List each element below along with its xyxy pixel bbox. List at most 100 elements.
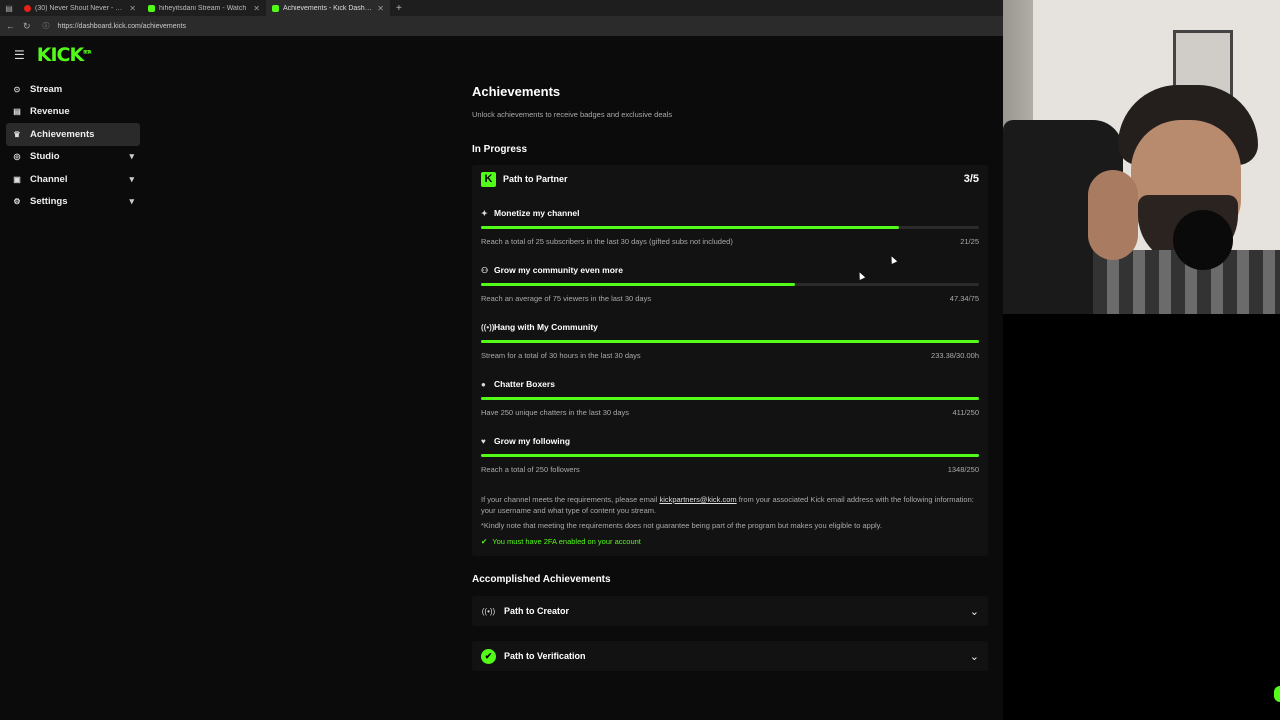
requirement-2fa: ✔ You must have 2FA enabled on your acco…	[481, 537, 979, 546]
achievement-title: Grow my community even more	[494, 265, 623, 275]
accomplished-title: Path to Verification	[504, 651, 586, 661]
progress-bar	[481, 226, 979, 229]
webcam-hand	[1088, 170, 1138, 260]
chevron-down-icon: ▾	[129, 196, 134, 207]
heart-icon: ♥	[481, 436, 486, 446]
tab-title: (30) Never Shout Never - Big City	[35, 4, 126, 12]
sidebar-item-label: Stream	[30, 83, 63, 95]
progress-bar	[481, 340, 979, 343]
requirement-text: You must have 2FA enabled on your accoun…	[492, 537, 641, 546]
sidebar: ⊙ Stream ▤ Revenue ♛ Achievements ◎ Stud…	[6, 78, 140, 213]
sidebar-item-label: Revenue	[30, 106, 70, 118]
chevron-down-icon: ▾	[129, 173, 134, 184]
achievement-row: ♥ Grow my following Reach a total of 250 f…	[481, 421, 979, 478]
sidebar-item-studio[interactable]: ◎ Studio ▾	[6, 146, 140, 169]
achievements-main: Achievements Unlock achievements to rece…	[472, 84, 988, 671]
hamburger-menu-icon[interactable]: ☰	[14, 48, 25, 62]
achievement-title-wrap: ((•)) Hang with My Community	[481, 322, 598, 332]
path-to-partner-card: K Path to Partner 3/5 ✦ Monetize my chann…	[472, 165, 988, 556]
floating-widget-icon[interactable]	[1274, 686, 1280, 702]
achievement-row: ✦ Monetize my channel Reach a total of 25 …	[481, 193, 979, 250]
progress-bar	[481, 454, 979, 457]
progress-fill	[481, 283, 796, 286]
progress-fill	[481, 226, 900, 229]
sidebar-item-revenue[interactable]: ▤ Revenue	[6, 101, 140, 124]
path-to-verification-row[interactable]: ✔ Path to Verification ⌄	[472, 641, 988, 671]
sidebar-item-achievements[interactable]: ♛ Achievements	[6, 123, 140, 146]
url-text[interactable]: https://dashboard.kick.com/achievements	[58, 23, 186, 30]
page-subtitle: Unlock achievements to receive badges an…	[472, 110, 673, 119]
partner-email-link[interactable]: kickpartners@kick.com	[659, 495, 736, 504]
achievement-row: ● Chatter Boxers Have 250 unique chatters …	[481, 364, 979, 421]
kick-favicon-icon	[272, 4, 279, 12]
accomplished-heading: Accomplished Achievements	[472, 574, 611, 585]
new-tab-icon[interactable]: +	[396, 3, 402, 14]
card-progress-count: 3/5	[963, 173, 979, 185]
verified-icon: ✔	[481, 648, 496, 664]
in-progress-heading: In Progress	[472, 144, 528, 155]
check-icon: ✔	[481, 537, 488, 546]
youtube-icon	[24, 4, 31, 12]
top-nav: ☰ KICKBETA	[0, 36, 1003, 74]
chevron-down-icon: ▾	[129, 151, 134, 162]
broadcast-icon: ((•))	[481, 606, 496, 616]
close-tab-icon[interactable]: ✕	[129, 4, 136, 13]
achievement-title: Chatter Boxers	[494, 379, 555, 389]
kick-favicon-icon	[148, 4, 155, 12]
stream-icon: ⊙	[13, 84, 21, 94]
address-bar: ← ↻ ⓘ https://dashboard.kick.com/achieve…	[0, 16, 1003, 36]
sidebar-item-label: Studio	[30, 151, 60, 163]
achievement-value: 411/250	[952, 408, 979, 417]
window-menu-icon[interactable]: ▤	[0, 4, 18, 13]
browser-tab[interactable]: (30) Never Shout Never - Big City ✕	[18, 0, 142, 16]
kick-dashboard-page: ☰ KICKBETA ⊙ Stream ▤ Revenue ♛ Achievem…	[0, 36, 1003, 720]
achievement-description: Reach an average of 75 viewers in the la…	[481, 294, 652, 303]
gear-icon: ⚙	[13, 197, 21, 207]
achievement-value: 233.38/30.00h	[931, 351, 979, 360]
sidebar-item-stream[interactable]: ⊙ Stream	[6, 78, 140, 101]
sidebar-item-label: Channel	[30, 173, 68, 185]
close-tab-icon[interactable]: ✕	[253, 4, 260, 13]
site-info-icon[interactable]: ⓘ	[43, 21, 50, 31]
webcam-overlay	[1003, 0, 1280, 314]
achievement-value: 47.34/75	[949, 294, 979, 303]
reload-icon[interactable]: ↻	[23, 21, 31, 32]
browser-tab-bar: ▤ (30) Never Shout Never - Big City ✕ hi…	[0, 0, 1003, 16]
achievement-title-wrap: ● Chatter Boxers	[481, 379, 555, 389]
achievement-description: Have 250 unique chatters in the last 30 …	[481, 408, 630, 417]
achievement-list: ✦ Monetize my channel Reach a total of 25 …	[481, 193, 979, 478]
kick-logo[interactable]: KICKBETA	[37, 44, 92, 66]
progress-fill	[481, 454, 979, 457]
sidebar-item-settings[interactable]: ⚙ Settings ▾	[6, 191, 140, 214]
kick-badge-icon: K	[481, 171, 496, 187]
chevron-down-icon[interactable]: ⌄	[970, 650, 979, 663]
achievement-description: Reach a total of 250 followers	[481, 465, 580, 474]
back-icon[interactable]: ←	[6, 21, 15, 31]
browser-tab-active[interactable]: Achievements - Kick Dashboard ✕	[266, 0, 390, 16]
sidebar-item-label: Settings	[30, 196, 68, 208]
progress-fill	[481, 397, 979, 400]
page-title: Achievements	[472, 84, 561, 99]
achievement-description: Reach a total of 25 subscribers in the l…	[481, 237, 733, 246]
browser-tab[interactable]: hiheyitsdani Stream - Watch ✕	[142, 0, 266, 16]
trophy-icon: ♛	[13, 129, 21, 139]
close-tab-icon[interactable]: ✕	[377, 4, 384, 13]
studio-icon: ◎	[13, 152, 21, 162]
tab-title: hiheyitsdani Stream - Watch	[159, 4, 247, 12]
card-title: Path to Partner	[503, 174, 568, 184]
achievement-row: ((•)) Hang with My Community Stream for a …	[481, 307, 979, 364]
path-to-creator-row[interactable]: ((•)) Path to Creator ⌄	[472, 596, 988, 626]
tab-title: Achievements - Kick Dashboard	[283, 4, 374, 12]
sidebar-item-label: Achievements	[30, 128, 95, 140]
card-header[interactable]: K Path to Partner 3/5	[481, 165, 979, 193]
partner-disclaimer: *Kindly note that meeting the requiremen…	[481, 521, 882, 530]
chevron-down-icon[interactable]: ⌄	[970, 605, 979, 618]
progress-fill	[481, 340, 979, 343]
partner-note: If your channel meets the requirements, …	[481, 495, 974, 515]
achievement-row: ⚇ Grow my community even more Reach an ave…	[481, 250, 979, 307]
progress-bar	[481, 397, 979, 400]
achievement-title-wrap: ✦ Monetize my channel	[481, 208, 580, 218]
channel-icon: ▣	[13, 174, 21, 184]
accomplished-title: Path to Creator	[504, 606, 570, 616]
sidebar-item-channel[interactable]: ▣ Channel ▾	[6, 168, 140, 191]
